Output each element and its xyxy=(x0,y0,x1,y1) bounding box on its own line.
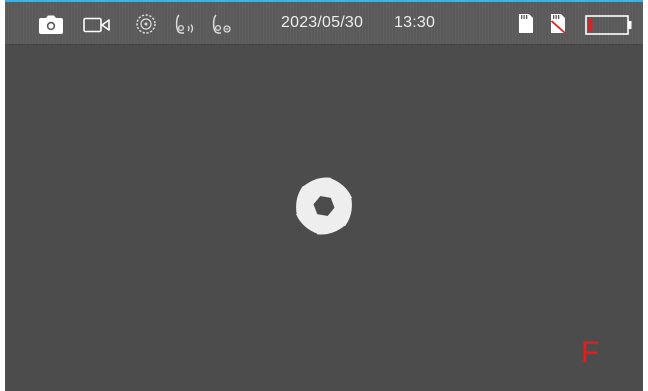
camera-icon[interactable] xyxy=(38,15,64,35)
time-label: 13:30 xyxy=(394,14,436,31)
status-bar: 2023/05/30 13:30 xyxy=(5,2,643,45)
sd-card-icon xyxy=(518,13,534,34)
camera-screen: 2023/05/30 13:30 F xyxy=(5,0,643,391)
video-camera-icon[interactable] xyxy=(83,17,111,33)
battery-icon xyxy=(585,15,633,35)
focus-indicator: F xyxy=(581,336,600,369)
shutter-aperture-icon[interactable] xyxy=(290,172,358,240)
motion-sensor-icon[interactable] xyxy=(173,12,197,36)
timer-dial-icon[interactable] xyxy=(135,13,157,35)
date-label: 2023/05/30 xyxy=(281,14,364,31)
motion-sensor-icon[interactable] xyxy=(210,12,234,36)
sd-card-missing-icon xyxy=(550,13,566,34)
